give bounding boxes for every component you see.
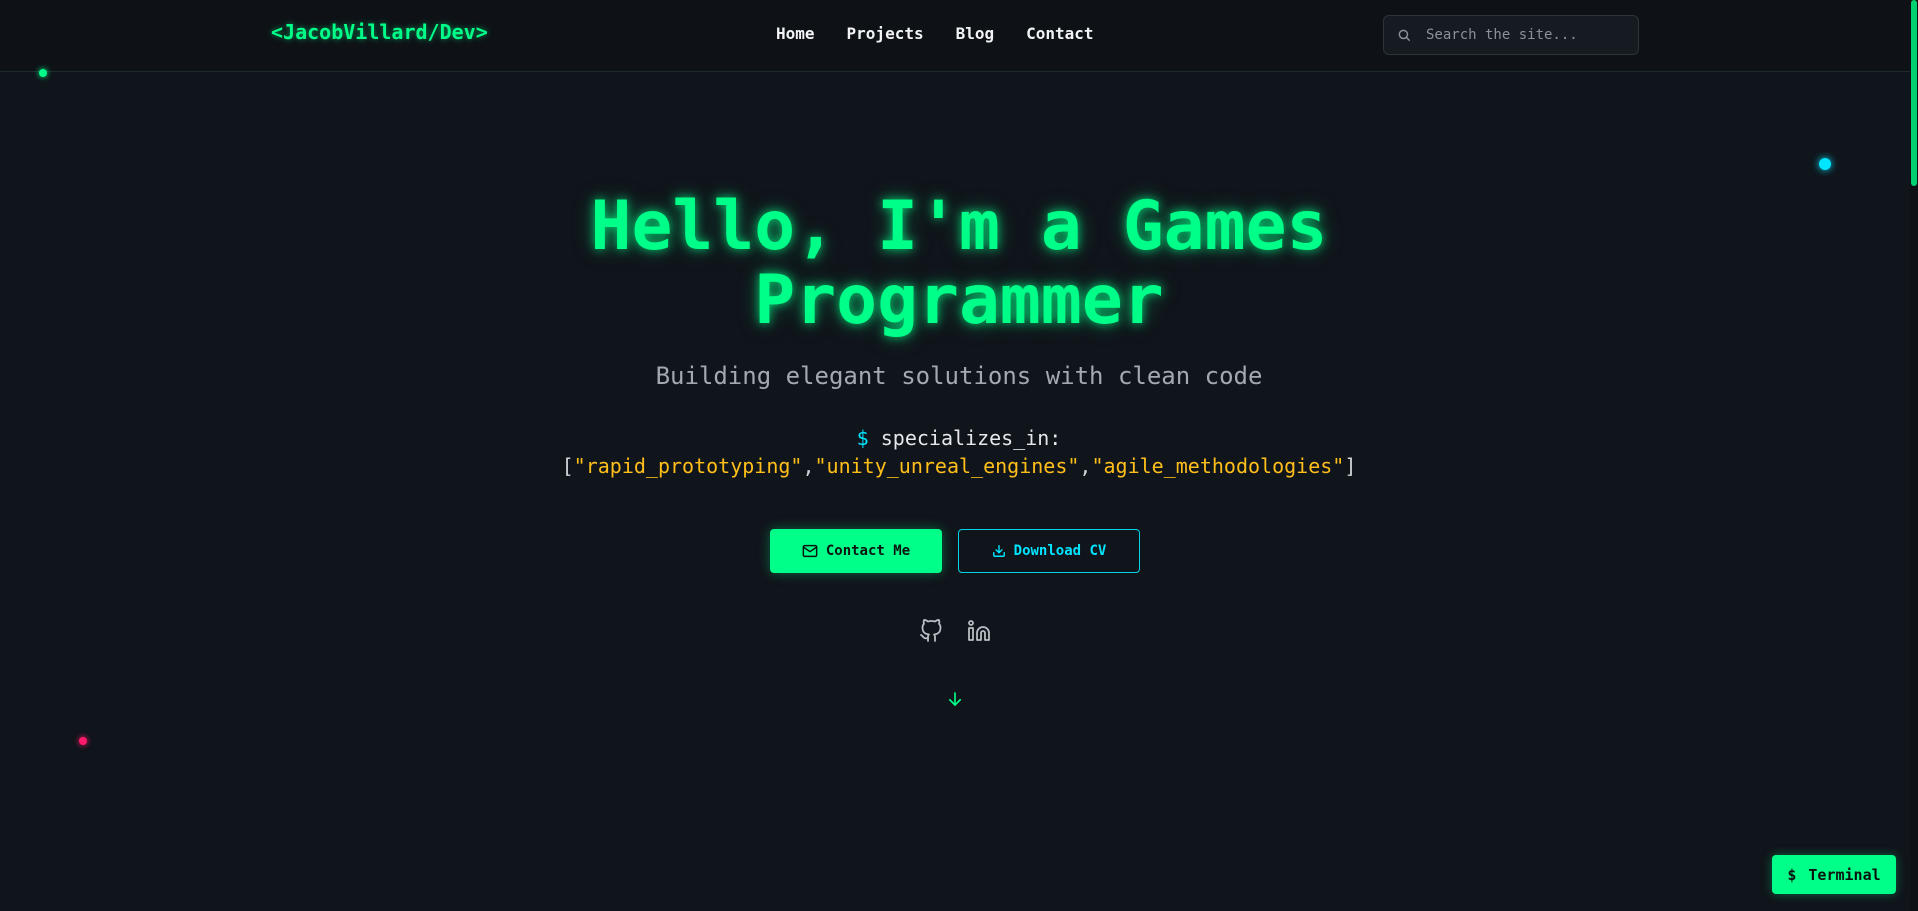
- navbar: <JacobVillard/Dev> Home Projects Blog Co…: [0, 0, 1914, 72]
- terminal-label: Terminal: [1808, 865, 1881, 884]
- linkedin-icon: [967, 619, 991, 647]
- specialty-key: specializes_in:: [880, 426, 1062, 450]
- contact-me-label: Contact Me: [825, 543, 911, 559]
- bracket-open: [: [561, 454, 574, 478]
- hero-title-line1: Hello, I'm a Games: [590, 187, 1328, 266]
- prompt-symbol: $: [856, 426, 869, 450]
- search-box[interactable]: [1383, 15, 1639, 55]
- specialty-item: "unity_unreal_engines": [814, 454, 1080, 478]
- arrow-down-icon: [946, 689, 964, 713]
- nav-link-blog[interactable]: Blog: [956, 24, 995, 43]
- linkedin-link[interactable]: [966, 620, 992, 646]
- separator: ,: [1079, 454, 1092, 478]
- hero-title-line2: Programmer: [754, 261, 1164, 340]
- specialty-item: "agile_methodologies": [1091, 454, 1345, 478]
- bracket-close: ]: [1344, 454, 1357, 478]
- scrollbar-thumb[interactable]: [1911, 0, 1917, 186]
- social-links: [918, 619, 992, 647]
- specialty-prompt: $ specializes_in:: [459, 426, 1459, 450]
- terminal-symbol: $: [1787, 865, 1797, 884]
- page: <JacobVillard/Dev> Home Projects Blog Co…: [0, 0, 1918, 911]
- nav-link-projects[interactable]: Projects: [847, 24, 924, 43]
- specialty-item: "rapid_prototyping": [573, 454, 803, 478]
- specialty-list: ["rapid_prototyping","unity_unreal_engin…: [459, 454, 1459, 478]
- download-icon: [992, 544, 1006, 558]
- nav-link-contact[interactable]: Contact: [1026, 24, 1093, 43]
- decor-dot-pink: [79, 737, 87, 745]
- download-cv-label: Download CV: [1013, 543, 1107, 559]
- brand-logo[interactable]: <JacobVillard/Dev>: [271, 20, 488, 44]
- nav-links: Home Projects Blog Contact: [776, 24, 1094, 43]
- contact-me-button[interactable]: Contact Me: [770, 529, 942, 573]
- separator: ,: [802, 454, 815, 478]
- decor-dot-cyan: [1819, 158, 1831, 170]
- scroll-down-button[interactable]: [945, 690, 965, 712]
- page-scrollbar[interactable]: [1910, 0, 1918, 911]
- github-icon: [919, 619, 943, 647]
- hero-title: Hello, I'm a Games Programmer: [459, 190, 1459, 338]
- github-link[interactable]: [918, 619, 944, 647]
- download-cv-button[interactable]: Download CV: [958, 529, 1140, 573]
- decor-dot-green: [39, 69, 47, 77]
- hero-subtitle: Building elegant solutions with clean co…: [655, 362, 1263, 390]
- search-input[interactable]: [1424, 16, 1638, 54]
- nav-link-home[interactable]: Home: [776, 24, 815, 43]
- terminal-button[interactable]: $ Terminal: [1772, 855, 1896, 894]
- search-icon: [1396, 27, 1412, 43]
- mail-icon: [802, 544, 818, 558]
